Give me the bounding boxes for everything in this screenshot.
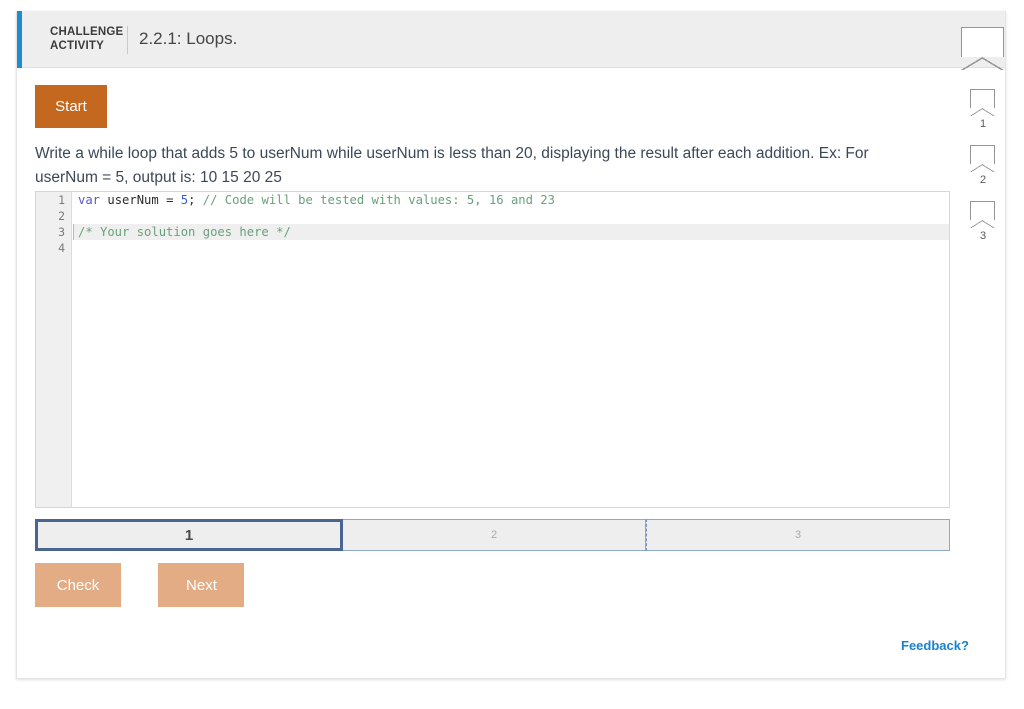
progress-badge-1[interactable]: 1 — [961, 89, 1005, 145]
challenge-activity-page: CHALLENGE ACTIVITY 2.2.1: Loops. 1 2 3 S… — [0, 0, 1024, 709]
activity-kicker: CHALLENGE ACTIVITY — [50, 26, 124, 52]
step-tab-label: 3 — [794, 529, 802, 541]
editor-gutter: 1 2 3 4 — [36, 192, 72, 507]
line-number: 1 — [58, 193, 65, 207]
progress-badge-2[interactable]: 2 — [961, 145, 1005, 201]
next-button[interactable]: Next — [158, 563, 245, 607]
feedback-link[interactable]: Feedback? — [901, 638, 969, 653]
step-tabs: 1 2 3 — [35, 519, 950, 551]
line-number: 2 — [58, 209, 65, 223]
activity-shield-icon — [961, 27, 1004, 70]
line-number: 4 — [58, 241, 65, 255]
editor-code-area[interactable]: var userNum = 5; // Code will be tested … — [73, 192, 949, 507]
step-tab-3[interactable]: 3 — [646, 519, 950, 551]
step-tab-label: 1 — [184, 526, 194, 544]
code-token: /* Your solution goes here */ — [78, 225, 291, 239]
step-tab-label: 2 — [490, 529, 498, 541]
code-line[interactable]: /* Your solution goes here */ — [73, 224, 949, 240]
code-token: = — [166, 193, 181, 207]
activity-header: CHALLENGE ACTIVITY 2.2.1: Loops. — [17, 11, 1005, 68]
shield-icon — [970, 201, 995, 228]
code-editor[interactable]: 1 2 3 4 var userNum = 5; // Code will be te… — [35, 191, 950, 508]
progress-badge-label: 2 — [979, 174, 987, 186]
start-button[interactable]: Start — [35, 85, 107, 128]
code-token: ; — [188, 193, 203, 207]
line-number: 3 — [58, 225, 65, 239]
check-button[interactable]: Check — [35, 563, 121, 607]
header-divider — [127, 26, 128, 54]
progress-badge-rail: 1 2 3 — [961, 89, 1005, 257]
step-tab-1[interactable]: 1 — [35, 519, 343, 551]
code-token: 5 — [180, 193, 189, 207]
instruction-text: Write a while loop that adds 5 to userNu… — [35, 145, 869, 186]
shield-icon — [970, 89, 995, 116]
code-line[interactable] — [73, 208, 949, 224]
page-title: 2.2.1: Loops. — [139, 29, 238, 48]
action-button-group: Check Next — [35, 563, 277, 607]
shield-icon — [970, 145, 995, 172]
progress-badge-3[interactable]: 3 — [961, 201, 1005, 257]
code-line[interactable]: var userNum = 5; // Code will be tested … — [73, 192, 949, 208]
code-line[interactable] — [73, 240, 949, 256]
code-token: var — [78, 193, 101, 207]
progress-badge-label: 1 — [979, 118, 987, 130]
code-token: // Code will be tested with values: 5, 1… — [202, 193, 555, 207]
step-tab-2[interactable]: 2 — [343, 519, 646, 551]
header-accent-bar — [17, 11, 22, 68]
activity-card: CHALLENGE ACTIVITY 2.2.1: Loops. 1 2 3 S… — [16, 11, 1006, 679]
code-token: userNum — [100, 193, 167, 207]
progress-badge-label: 3 — [979, 230, 987, 242]
